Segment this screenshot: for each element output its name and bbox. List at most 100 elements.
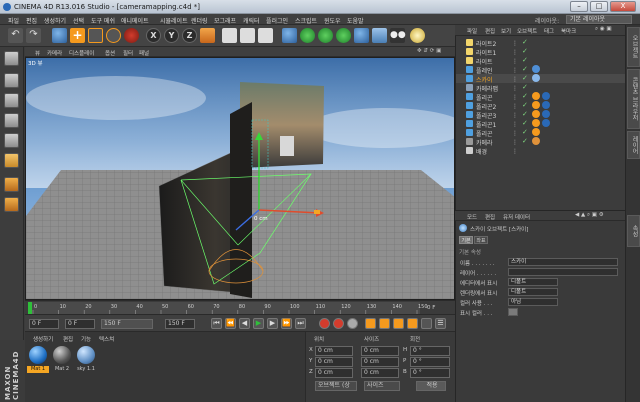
menu-window[interactable]: 윈도우 — [324, 16, 341, 25]
axis-mode-icon[interactable] — [4, 177, 19, 192]
enabled-check-icon[interactable]: ✓ — [522, 65, 528, 73]
attr-tab-basic[interactable]: 기본 — [459, 236, 473, 244]
visible-in-renderer-select[interactable]: 디폴트 — [508, 288, 558, 296]
vp-menu-view[interactable]: 뷰 — [35, 49, 40, 57]
make-editable-icon[interactable] — [4, 51, 19, 66]
object-row[interactable]: 폴리곤1 ⋮ ✓ — [456, 119, 626, 129]
minimize-button[interactable]: – — [570, 1, 588, 12]
enabled-check-icon[interactable]: ✓ — [522, 128, 528, 136]
visibility-dots-icon[interactable]: ⋮ — [512, 94, 520, 101]
menu-render[interactable]: 렌더링 — [191, 16, 208, 25]
material-label[interactable]: Mat 2 — [51, 366, 73, 373]
target-tag-icon[interactable] — [532, 137, 540, 145]
material-swatch[interactable] — [77, 346, 95, 364]
timeline-ruler[interactable]: 0 10 20 30 40 50 60 70 80 90 100 110 120 130 140 150 0 … — [25, 300, 455, 314]
vp-menu-filter[interactable]: 필터 — [123, 49, 133, 57]
maximize-button[interactable]: □ — [590, 1, 608, 12]
visibility-dots-icon[interactable]: ⋮ — [512, 67, 520, 74]
object-row-selected[interactable]: 스카이 ⋮ ✓ — [456, 74, 626, 84]
keyframe-selection-icon[interactable] — [347, 318, 358, 329]
menu-edit[interactable]: 편집 — [26, 16, 37, 25]
display-color-swatch[interactable] — [508, 308, 518, 316]
name-field[interactable]: 스카이 — [508, 258, 618, 266]
size-x-field[interactable]: 0 cm — [361, 346, 399, 356]
undo-icon[interactable]: ↶ — [8, 28, 23, 43]
use-color-select[interactable]: 아님 — [508, 298, 558, 306]
record-keys-icon[interactable] — [319, 318, 330, 329]
material-label[interactable]: Mat 1 — [27, 366, 49, 373]
object-row[interactable]: 카메라맵 ⋮ ✓ — [456, 83, 626, 93]
current-frame-field[interactable]: 0 F — [29, 319, 59, 329]
obj-menu-tags[interactable]: 태그 — [544, 27, 554, 35]
phong-tag-icon[interactable] — [532, 119, 540, 127]
obj-menu-file[interactable]: 파일 — [467, 27, 477, 35]
scale-key-icon[interactable] — [379, 318, 390, 329]
object-row[interactable]: 배경 ⋮ — [456, 146, 626, 156]
timeline-playhead[interactable] — [28, 302, 32, 314]
spline-pen-icon[interactable] — [300, 28, 315, 43]
side-tab-layers[interactable]: 레이어 — [627, 131, 640, 159]
enabled-check-icon[interactable]: ✓ — [522, 137, 528, 145]
play-icon[interactable]: ▶ — [253, 318, 264, 329]
prev-key-icon[interactable]: ⏪ — [225, 318, 236, 329]
visibility-dots-icon[interactable]: ⋮ — [512, 139, 520, 146]
visibility-dots-icon[interactable]: ⋮ — [512, 85, 520, 92]
deformer-icon[interactable] — [354, 28, 369, 43]
obj-menu-object[interactable]: 오브젝트 — [517, 27, 537, 35]
y-axis-lock-icon[interactable]: Y — [164, 28, 179, 43]
mat-menu-function[interactable]: 기능 — [81, 335, 91, 343]
menu-plugins[interactable]: 플러그인 — [266, 16, 288, 25]
mat-menu-create[interactable]: 생성하기 — [33, 335, 53, 343]
layout-select[interactable]: 기본 레이아웃 — [566, 15, 632, 24]
next-frame-icon[interactable]: ▶ — [267, 318, 278, 329]
polygons-mode-icon[interactable] — [4, 153, 19, 168]
orange-handle[interactable] — [314, 210, 320, 214]
menu-mesh[interactable]: 메쉬 — [104, 16, 115, 25]
menu-simulate[interactable]: 시뮬레이트 — [160, 16, 188, 25]
redo-icon[interactable]: ↷ — [26, 28, 41, 43]
enabled-check-icon[interactable]: ✓ — [522, 119, 528, 127]
position-key-icon[interactable] — [365, 318, 376, 329]
vp-menu-display[interactable]: 디스플레이 — [69, 49, 94, 57]
coord-mode-select[interactable]: 오브젝트 (상 — [315, 381, 357, 391]
workplane-icon[interactable] — [4, 113, 19, 128]
rotation-p-field[interactable]: 0 ° — [410, 357, 450, 367]
size-z-field[interactable]: 0 cm — [361, 368, 399, 378]
menu-file[interactable]: 파일 — [8, 16, 19, 25]
menu-select[interactable]: 선택 — [73, 16, 84, 25]
enabled-check-icon[interactable]: ✓ — [522, 74, 528, 82]
coord-size-select[interactable]: 사이즈 — [364, 381, 400, 391]
floor-icon[interactable] — [372, 28, 387, 43]
visibility-dots-icon[interactable]: ⋮ — [512, 148, 520, 155]
object-row[interactable]: 폴리곤3 ⋮ ✓ — [456, 110, 626, 120]
goto-end-icon[interactable]: ⏭ — [295, 318, 306, 329]
phong-tag-icon[interactable] — [532, 92, 540, 100]
phong-tag-icon[interactable] — [532, 110, 540, 118]
autokey-icon[interactable] — [333, 318, 344, 329]
enabled-check-icon[interactable]: ✓ — [522, 56, 528, 64]
obj-menu-edit[interactable]: 편집 — [485, 27, 495, 35]
material-swatch[interactable] — [29, 346, 47, 364]
rotation-h-field[interactable]: 0 ° — [410, 346, 450, 356]
attr-menu-edit[interactable]: 편집 — [485, 213, 495, 221]
next-key-icon[interactable]: ⏩ — [281, 318, 292, 329]
render-view-icon[interactable] — [222, 28, 237, 43]
object-row[interactable]: 폴리곤 ⋮ ✓ — [456, 92, 626, 102]
visibility-dots-icon[interactable]: ⋮ — [512, 76, 520, 83]
mat-menu-texture[interactable]: 텍스쳐 — [99, 335, 114, 343]
size-y-field[interactable]: 0 cm — [361, 357, 399, 367]
texture-tag-icon[interactable] — [532, 74, 540, 82]
obj-menu-view[interactable]: 보기 — [501, 27, 511, 35]
texture-tag-icon[interactable] — [542, 110, 550, 118]
vp-menu-panel[interactable]: 패널 — [139, 49, 149, 57]
menu-script[interactable]: 스크립트 — [295, 16, 317, 25]
side-tab-objects[interactable]: 오브젝트 — [627, 27, 640, 67]
viewport-nav-icons[interactable]: ✥ ⇵ ⟳ ▣ — [417, 48, 441, 54]
render-settings-icon[interactable] — [258, 28, 273, 43]
menu-animate[interactable]: 애니메이트 — [121, 16, 149, 25]
mat-menu-edit[interactable]: 편집 — [63, 335, 73, 343]
enabled-check-icon[interactable]: ✓ — [522, 110, 528, 118]
visibility-dots-icon[interactable]: ⋮ — [512, 121, 520, 128]
position-y-field[interactable]: 0 cm — [315, 357, 353, 367]
side-tab-content-browser[interactable]: 콘텐츠 브라우저 — [627, 69, 640, 129]
